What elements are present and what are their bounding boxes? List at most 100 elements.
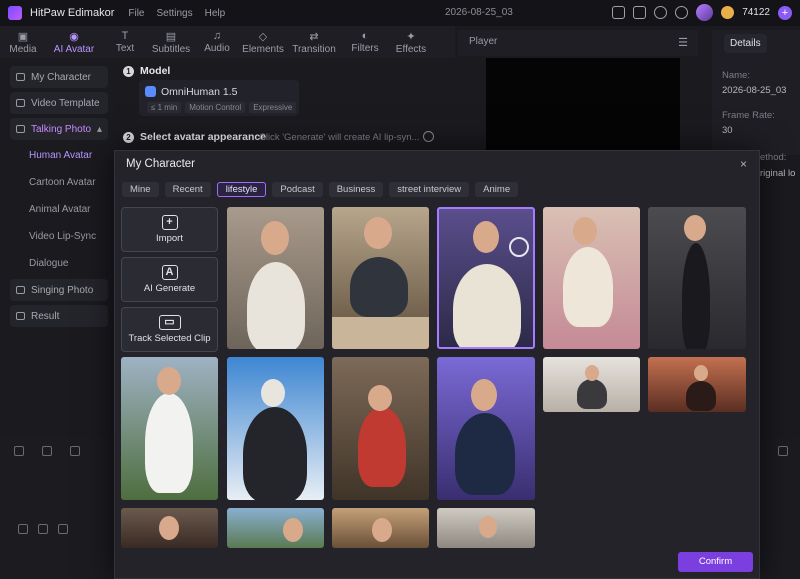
tool-effects[interactable]: ✦ Effects (388, 26, 434, 58)
sidebar-sub-human-avatar[interactable]: Human Avatar (29, 150, 92, 161)
sidebar-item-video-template[interactable]: Video Template (10, 92, 108, 114)
sidebar-sub-cartoon-avatar[interactable]: Cartoon Avatar (29, 177, 96, 188)
character-thumbnail[interactable] (437, 508, 535, 548)
tool-transition[interactable]: ⇄ Transition (286, 26, 342, 58)
name-label: Name: (722, 70, 750, 81)
user-avatar[interactable] (696, 4, 714, 21)
frame-rate-value: 30 (722, 125, 733, 136)
tool-ai-avatar[interactable]: ◉ AI Avatar (46, 26, 102, 58)
sidebar-sub-dialogue[interactable]: Dialogue (29, 258, 68, 269)
sidebar-item-result[interactable]: Result (10, 305, 108, 327)
media-icon: ▣ (17, 30, 29, 43)
character-thumbnail[interactable] (648, 207, 746, 349)
credits-count: 74122 (742, 7, 770, 18)
ai-generate-button[interactable]: A AI Generate (121, 257, 218, 302)
layout-icon[interactable] (612, 6, 626, 19)
character-thumbnail[interactable] (121, 508, 218, 548)
tool-media[interactable]: ▣ Media (0, 26, 46, 58)
download-icon[interactable] (675, 6, 689, 19)
player-menu-icon[interactable]: ☰ (678, 36, 688, 49)
chip-mine[interactable]: Mine (122, 182, 159, 197)
add-credits-button[interactable]: + (778, 5, 792, 20)
tool-text[interactable]: T Text (102, 26, 148, 58)
import-icon: + (161, 215, 178, 230)
subtitles-icon: ▤ (165, 30, 177, 43)
template-icon (16, 99, 25, 107)
character-thumbnail[interactable] (121, 357, 218, 500)
model-card[interactable]: OmniHuman 1.5 ≤ 1 min Motion Control Exp… (139, 80, 299, 116)
character-thumbnail[interactable] (227, 508, 324, 548)
dialog-title: My Character (126, 158, 196, 170)
sidebar-item-talking-photo[interactable]: Talking Photo ▴ (10, 118, 108, 140)
step-appearance: 2 Select avatar appearance (123, 131, 266, 143)
chip-business[interactable]: Business (328, 182, 384, 197)
model-name: OmniHuman 1.5 (161, 86, 238, 98)
app-name: HitPaw Edimakor (30, 7, 115, 19)
coin-icon (721, 6, 735, 19)
sidebar-item-my-character[interactable]: My Character (10, 66, 108, 88)
track-lock-icon[interactable] (18, 524, 28, 534)
feedback-icon[interactable] (633, 6, 647, 19)
player-screen[interactable] (486, 58, 680, 154)
model-icon (145, 86, 156, 97)
method-label: ethod: (760, 152, 787, 163)
elements-icon: ◇ (258, 30, 268, 43)
main-toolbar: ▣ Media ◉ AI Avatar T Text ▤ Subtitles ♫ Audi… (0, 26, 455, 58)
info-icon[interactable] (423, 131, 434, 142)
ai-generate-icon: A (161, 265, 178, 280)
character-thumbnail[interactable] (543, 207, 640, 349)
character-thumbnail[interactable] (437, 357, 535, 500)
link-icon[interactable] (778, 446, 788, 456)
model-tag: Motion Control (185, 102, 246, 113)
track-visibility-icon[interactable] (38, 524, 48, 534)
menu-settings[interactable]: Settings (156, 8, 192, 19)
chip-recent[interactable]: Recent (164, 182, 211, 197)
import-button[interactable]: + Import (121, 207, 218, 252)
redo-icon[interactable] (42, 446, 52, 456)
chevron-up-icon: ▴ (96, 123, 102, 135)
undo-icon[interactable] (14, 446, 24, 456)
audio-icon: ♫ (212, 30, 222, 42)
character-thumbnail[interactable] (648, 357, 746, 412)
close-icon[interactable]: × (740, 157, 747, 171)
character-thumbnail[interactable] (543, 357, 640, 412)
menu-help[interactable]: Help (205, 8, 226, 19)
confirm-button[interactable]: Confirm (678, 552, 753, 572)
chip-anime[interactable]: Anime (475, 182, 519, 197)
details-panel: Details Name: 2026-08-25_03 Frame Rate: … (712, 30, 800, 163)
tool-audio[interactable]: ♫ Audio (194, 26, 240, 58)
effects-icon: ✦ (406, 30, 416, 43)
step-model: 1 Model (123, 65, 170, 77)
chip-podcast[interactable]: Podcast (272, 182, 323, 197)
sidebar-sub-animal-avatar[interactable]: Animal Avatar (29, 204, 91, 215)
model-tag: ≤ 1 min (147, 102, 182, 113)
character-thumbnail[interactable] (227, 357, 324, 500)
tool-subtitles[interactable]: ▤ Subtitles (148, 26, 194, 58)
character-thumbnail-selected[interactable] (437, 207, 535, 349)
track-audio-icon[interactable] (58, 524, 68, 534)
photo-icon (16, 125, 25, 133)
model-tag: Expressive (249, 102, 297, 113)
character-thumbnail[interactable] (227, 207, 324, 349)
name-value: 2026-08-25_03 (722, 85, 787, 96)
delete-icon[interactable] (70, 446, 80, 456)
help-icon[interactable] (654, 6, 668, 19)
chip-lifestyle[interactable]: lifestyle (216, 182, 267, 197)
method-value: riginal lo (760, 168, 796, 179)
chip-street-interview[interactable]: street interview (389, 182, 470, 197)
character-thumbnail[interactable] (332, 207, 429, 349)
avatar-settings-panel: 1 Model OmniHuman 1.5 ≤ 1 min Motion Cont… (117, 58, 455, 153)
text-icon: T (121, 30, 129, 42)
tool-elements[interactable]: ◇ Elements (240, 26, 286, 58)
singing-icon (16, 286, 25, 294)
sidebar-sub-video-lip-sync[interactable]: Video Lip-Sync (29, 231, 96, 242)
track-selected-clip-button[interactable]: ▭ Track Selected Clip (121, 307, 218, 352)
tab-details[interactable]: Details (724, 34, 767, 53)
document-title: 2026-08-25_03 (445, 7, 513, 18)
tool-filters[interactable]: ◐ Filters (342, 26, 388, 58)
result-icon (16, 312, 25, 320)
menu-file[interactable]: File (128, 8, 144, 19)
character-thumbnail[interactable] (332, 508, 429, 548)
sidebar-item-singing-photo[interactable]: Singing Photo (10, 279, 108, 301)
character-thumbnail[interactable] (332, 357, 429, 500)
